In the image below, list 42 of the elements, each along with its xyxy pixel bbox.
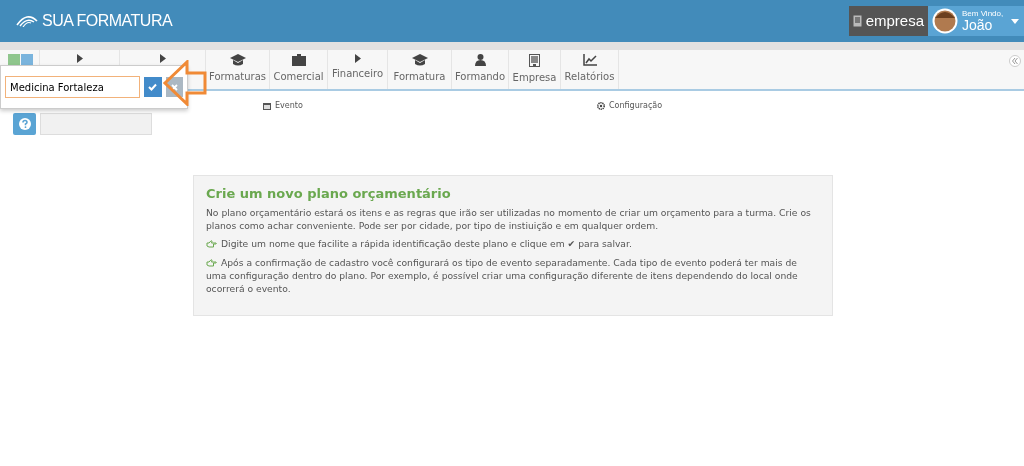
caret-icon [76,54,83,63]
avatar-icon [932,8,958,34]
close-icon [170,83,178,91]
briefcase-icon [291,54,306,66]
nav-tab[interactable]: Formatura [388,50,452,89]
building-icon [529,54,540,67]
logo-icon [8,54,34,66]
calendar-icon [263,101,271,110]
nav-tab[interactable]: Comercial [270,50,328,89]
nav-tab[interactable]: Formando [452,50,509,89]
pointing-hand-icon [206,240,217,249]
panel-title: Crie um novo plano orçamentário [206,186,452,202]
nav-tab[interactable]: Relatórios [561,50,619,89]
nav-tab[interactable]: Empresa [509,50,561,89]
building-icon [852,15,862,27]
graduation-cap-icon [411,54,428,66]
company-button[interactable]: empresa [848,6,928,36]
caret-icon [1011,18,1020,24]
caret-icon [159,54,166,63]
confirm-button[interactable] [144,77,162,97]
caret-icon [354,54,361,63]
gear-icon [597,101,605,110]
nav-tab[interactable]: Formaturas [206,50,270,89]
nav-tab[interactable]: Financeiro [328,50,388,89]
panel-text: No plano orçamentário estará os itens e as regras que irão ser utilizadas no momento de criar um orçamento para a turma. Crie os planos como achar conveniente. Pode ser por cidade, por tipo de instiuição e em qualquer ordem. [206,205,812,233]
arrow-annotation [163,60,207,106]
settings-link[interactable]: Configuração [597,98,663,113]
name-input[interactable]: Medicina Fortaleza [5,76,140,98]
text-field[interactable] [40,113,152,135]
logo-icon [16,15,38,27]
collapse-icon[interactable] [1009,53,1021,70]
help-icon [18,118,31,130]
event-link[interactable]: Evento [263,98,597,113]
user-icon [474,54,486,66]
pointing-hand-icon [206,258,217,267]
tip-text: Digite um nome que facilite a rápida identificação deste plano e clique em ✔ para salvar. [206,237,820,251]
line-chart-icon [582,54,597,66]
help-button[interactable] [13,113,36,135]
check-icon [148,83,158,91]
tip-text: Após a confirmação de cadastro você configurará os tipo de evento separadamente. Cada tipo de evento poderá ter mais de uma configuração dentro do plano. Por exemplo, é possível criar uma configuração diferente de itens dependendo do local onde ocorrerá o evento. [206,255,799,296]
graduation-cap-icon [229,54,246,66]
brand-name[interactable]: SUA FORMATURA [42,9,173,33]
